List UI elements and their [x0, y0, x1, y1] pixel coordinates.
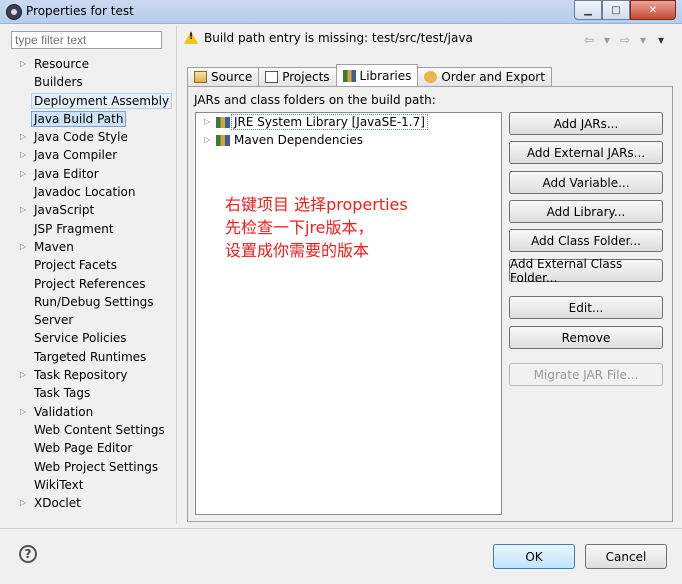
nav-item-builders[interactable]: Builders — [6, 73, 174, 91]
nav-item-resource[interactable]: ▷ Resource — [6, 55, 174, 73]
nav-item-run-debug-settings[interactable]: Run/Debug Settings — [6, 293, 174, 311]
migrate-jar-file-button[interactable]: Migrate JAR File... — [509, 363, 663, 386]
nav-item-xdoclet[interactable]: ▷ XDoclet — [6, 494, 174, 512]
maximize-button[interactable]: □ — [602, 0, 630, 20]
nav-item-task-repository[interactable]: ▷ Task Repository — [6, 366, 174, 384]
nav-item-wikitext[interactable]: WikiText — [6, 476, 174, 494]
tab-order-and-export[interactable]: Order and Export — [417, 67, 552, 86]
nav-item-java-compiler[interactable]: ▷ Java Compiler — [6, 146, 174, 164]
expand-arrow-icon[interactable]: ▷ — [20, 403, 26, 421]
history-nav: ⇦ ▾ ⇨ ▾ ▾ — [582, 33, 668, 47]
nav-item-service-policies[interactable]: Service Policies — [6, 329, 174, 347]
cancel-button[interactable]: Cancel — [585, 544, 667, 569]
nav-item-javascript[interactable]: ▷ JavaScript — [6, 201, 174, 219]
expand-arrow-icon[interactable]: ▷ — [20, 238, 26, 256]
expand-arrow-icon[interactable]: ▷ — [20, 201, 26, 219]
nav-item-targeted-runtimes[interactable]: Targeted Runtimes — [6, 348, 174, 366]
tree-item-jre-system-library[interactable]: ▷ JRE System Library [JavaSE-1.7] — [196, 113, 501, 131]
libraries-icon — [342, 69, 356, 82]
projects-icon — [265, 71, 279, 83]
view-menu-icon[interactable]: ▾ — [654, 33, 668, 47]
tab-source[interactable]: Source — [187, 67, 260, 86]
filter-input[interactable] — [11, 31, 162, 49]
tab-projects[interactable]: Projects — [258, 67, 337, 86]
nav-item-java-build-path[interactable]: Java Build Path — [6, 110, 174, 128]
nav-item-deployment-assembly[interactable]: Deployment Assembly — [6, 92, 174, 110]
expand-arrow-icon[interactable]: ▷ — [20, 146, 26, 164]
help-icon[interactable]: ? — [19, 545, 37, 563]
remove-button[interactable]: Remove — [509, 326, 663, 349]
nav-item-maven[interactable]: ▷ Maven — [6, 238, 174, 256]
expand-arrow-icon[interactable]: ▷ — [20, 494, 26, 512]
title-bar: Properties for test ▁ □ ✕ — [0, 0, 682, 24]
forward-dropdown-icon[interactable]: ▾ — [636, 33, 650, 47]
build-path-tree[interactable]: ▷ JRE System Library [JavaSE-1.7] ▷ Mave… — [195, 112, 502, 515]
library-icon — [216, 135, 230, 146]
add-jars-button[interactable]: Add JARs... — [509, 112, 663, 135]
nav-item-web-page-editor[interactable]: Web Page Editor — [6, 439, 174, 457]
expand-arrow-icon[interactable]: ▷ — [20, 55, 26, 73]
expand-arrow-icon[interactable]: ▷ — [204, 131, 210, 149]
nav-item-project-facets[interactable]: Project Facets — [6, 256, 174, 274]
add-external-jars-button[interactable]: Add External JARs... — [509, 141, 663, 164]
nav-item-web-content-settings[interactable]: Web Content Settings — [6, 421, 174, 439]
sash-divider[interactable] — [176, 26, 177, 524]
nav-item-java-code-style[interactable]: ▷ Java Code Style — [6, 128, 174, 146]
source-folder-icon — [194, 71, 207, 83]
properties-nav-tree: ▷ Resource Builders Deployment Assembly J… — [6, 55, 174, 512]
nav-item-validation[interactable]: ▷ Validation — [6, 403, 174, 421]
add-library-button[interactable]: Add Library... — [509, 200, 663, 223]
close-button[interactable]: ✕ — [630, 0, 676, 20]
red-annotation-text: 右键项目 选择properties 先检查一下jre版本， 设置成你需要的版本 — [225, 195, 408, 260]
footer-divider — [0, 528, 682, 529]
library-icon — [216, 117, 230, 128]
add-variable-button[interactable]: Add Variable... — [509, 171, 663, 194]
nav-item-java-editor[interactable]: ▷ Java Editor — [6, 165, 174, 183]
nav-item-server[interactable]: Server — [6, 311, 174, 329]
nav-item-web-project-settings[interactable]: Web Project Settings — [6, 458, 174, 476]
expand-arrow-icon[interactable]: ▷ — [20, 165, 26, 183]
order-export-icon — [424, 71, 438, 83]
edit-button[interactable]: Edit... — [509, 296, 663, 319]
warning-message: Build path entry is missing: test/src/te… — [204, 31, 473, 45]
expand-arrow-icon[interactable]: ▷ — [20, 128, 26, 146]
nav-item-jsp-fragment[interactable]: JSP Fragment — [6, 220, 174, 238]
back-arrow-icon[interactable]: ⇦ — [582, 33, 596, 47]
ok-button[interactable]: OK — [493, 544, 575, 569]
nav-item-javadoc-location[interactable]: Javadoc Location — [6, 183, 174, 201]
tab-bar: Source Projects Libraries Order and Expo… — [187, 64, 552, 86]
minimize-button[interactable]: ▁ — [574, 0, 602, 20]
forward-arrow-icon[interactable]: ⇨ — [618, 33, 632, 47]
window-controls: ▁ □ ✕ — [574, 0, 676, 20]
expand-arrow-icon[interactable]: ▷ — [204, 113, 210, 131]
expand-arrow-icon[interactable]: ▷ — [20, 366, 26, 384]
back-dropdown-icon[interactable]: ▾ — [600, 33, 614, 47]
eclipse-icon — [6, 4, 22, 20]
tab-libraries[interactable]: Libraries — [335, 64, 419, 86]
warning-icon — [184, 31, 198, 44]
add-external-class-folder-button[interactable]: Add External Class Folder... — [509, 257, 663, 285]
nav-item-task-tags[interactable]: Task Tags — [6, 384, 174, 402]
add-class-folder-button[interactable]: Add Class Folder... — [509, 229, 663, 252]
window-title: Properties for test — [26, 4, 134, 18]
build-path-label: JARs and class folders on the build path… — [194, 93, 436, 107]
nav-item-project-references[interactable]: Project References — [6, 275, 174, 293]
tree-item-maven-dependencies[interactable]: ▷ Maven Dependencies — [196, 131, 501, 149]
